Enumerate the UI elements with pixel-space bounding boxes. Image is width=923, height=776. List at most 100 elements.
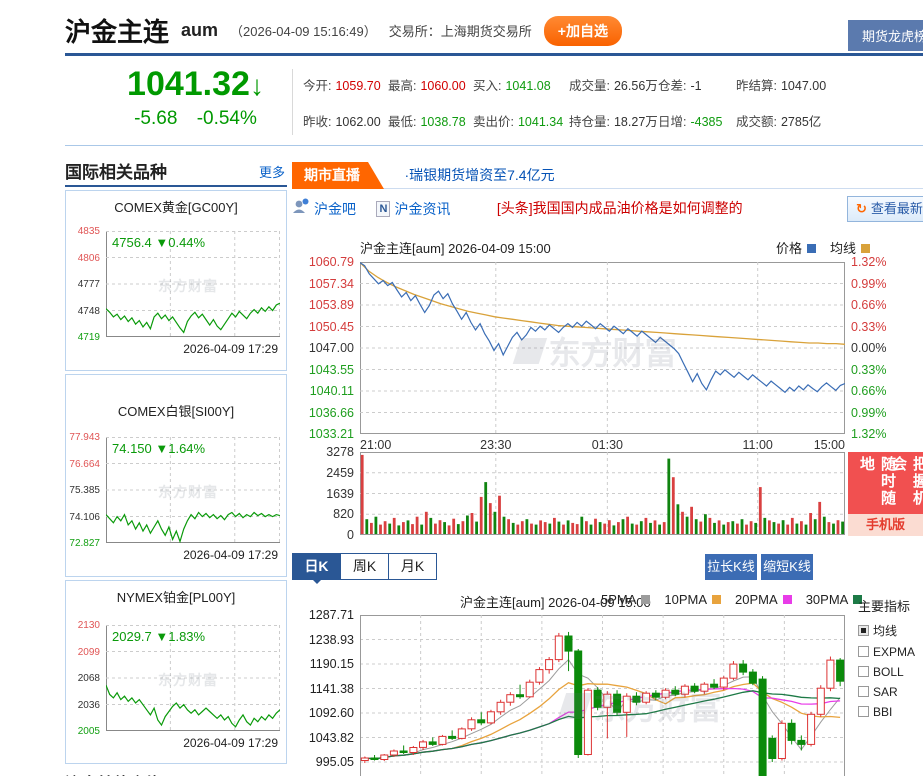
stat-value: 1041.08 <box>505 79 550 93</box>
mini-chart-quote: 74.150 ▼1.64% <box>112 441 205 456</box>
timeshare-pct-label: 0.33% <box>851 320 886 334</box>
mini-chart-title: COMEX黄金[GC00Y] <box>66 191 286 216</box>
ad-banner: 随时随地 把握机会 <box>848 452 923 514</box>
headline-link[interactable]: [头条]我国国内成品油价格是如何调整的 <box>497 200 743 216</box>
stat-value: 2785亿 <box>781 115 821 129</box>
kline-chart <box>360 615 845 776</box>
stats-row-2: 昨收:1062.00最低:1038.78卖出价:1041.34持仓量:18.27… <box>303 111 923 130</box>
kline-tab-2[interactable]: 周K <box>340 553 389 580</box>
indicator-item-BOLL[interactable]: BOLL <box>858 665 923 679</box>
gold-bar-link[interactable]: 沪金吧 <box>314 201 356 217</box>
checkbox-unchecked[interactable] <box>858 666 869 677</box>
other-contracts-header: 沪金其他合约 更多 <box>65 770 287 776</box>
indicator-item-SAR[interactable]: SAR <box>858 685 923 699</box>
kline-y-label: 1190.15 <box>292 657 354 671</box>
indicator-label: BOLL <box>873 665 904 679</box>
legend-swatch <box>861 244 870 253</box>
stat-cell: 买入: 1041.08 <box>473 75 569 94</box>
checkbox-unchecked[interactable] <box>858 706 869 717</box>
add-watchlist-button[interactable]: +加自选 <box>544 16 622 46</box>
indicator-panel-title: 主要指标 <box>858 596 923 615</box>
watermark: 东方财富 <box>158 670 218 690</box>
exchange-label: 交易所：上海期货交易所 <box>389 21 532 40</box>
sidebar-chart-box[interactable]: COMEX黄金[GC00Y]483548064777474847194756.4… <box>65 190 287 371</box>
timeshare-pct-label: 1.32% <box>851 427 886 441</box>
checkbox-checked[interactable] <box>858 625 869 636</box>
sidebar-charts: COMEX黄金[GC00Y]483548064777474847194756.4… <box>65 190 287 764</box>
mini-chart-date: 2026-04-09 17:29 <box>183 548 278 562</box>
live-tab[interactable]: 期市直播 <box>292 162 384 189</box>
stat-label: 买入: <box>473 79 501 93</box>
watermark: 东方财富 <box>158 276 218 296</box>
checkbox-unchecked[interactable] <box>858 686 869 697</box>
stat-label: 成交量: <box>569 79 610 93</box>
stat-cell: 最低: 1038.78 <box>388 111 473 130</box>
live-headline-link[interactable]: ·瑞银期货增资至7.4亿元 <box>404 167 554 183</box>
stat-label: 日增: <box>658 115 686 129</box>
indicator-label: SAR <box>873 685 898 699</box>
timeshare-y-label: 1053.89 <box>292 298 354 312</box>
stat-label: 卖出价: <box>473 115 514 129</box>
legend-swatch <box>641 595 650 604</box>
sidebar-chart-box[interactable]: NYMEX铂金[PL00Y]213020992068203620052029.7… <box>65 580 287 764</box>
quote-timestamp: （2026-04-09 15:16:49） <box>230 21 377 40</box>
timeshare-pct-label: 0.99% <box>851 277 886 291</box>
dragon-tiger-button[interactable]: 期货龙虎榜 <box>848 20 923 51</box>
stat-label: 最低: <box>388 115 416 129</box>
mini-chart-title: COMEX白银[SI00Y] <box>66 395 286 420</box>
live-news-bar: 期市直播 ·瑞银期货增资至7.4亿元 <box>292 162 923 189</box>
volume-y-label: 2459 <box>292 466 354 480</box>
gold-news-link[interactable]: 沪金资讯 <box>394 201 450 217</box>
stat-cell: 持仓量:18.27万 <box>569 111 658 130</box>
kline-tab-1[interactable]: 日K <box>292 553 341 580</box>
person-icon <box>292 198 310 219</box>
timeshare-x-label: 15:00 <box>814 438 845 452</box>
sidebar-more-link[interactable]: 更多 <box>259 162 285 181</box>
kline-controls: 日K周K月K 拉长K线 缩短K线 <box>292 553 923 583</box>
watermark: 东方财富 <box>158 482 218 502</box>
timeshare-y-label: 1043.55 <box>292 363 354 377</box>
volume-y-label: 3278 <box>292 445 354 459</box>
quote-stats: 今开:1059.70最高:1060.00买入:1041.08成交量:26.56万… <box>303 59 923 145</box>
indicator-item-BBI[interactable]: BBI <box>858 705 923 719</box>
stretch-kline-button[interactable]: 拉长K线 <box>705 554 757 580</box>
refresh-quote-button[interactable]: ↻查看最新行情 <box>847 196 923 222</box>
legend-item: 30PMA <box>806 592 863 607</box>
sidebar-chart-box[interactable]: COMEX白银[SI00Y]77.94376.66475.38574.10672… <box>65 374 287 577</box>
stat-cell: 成交量:26.56万 <box>569 75 658 94</box>
volume-y-label: 1639 <box>292 487 354 501</box>
volume-chart <box>360 452 845 535</box>
stat-value: 1060.00 <box>420 79 465 93</box>
legend-item: 20PMA <box>735 592 792 607</box>
contract-code: aum <box>181 20 218 41</box>
legend-swatch <box>712 595 721 604</box>
timeshare-pct-label: 0.99% <box>851 406 886 420</box>
legend-item: 5PMA <box>601 592 650 607</box>
indicator-item-均线[interactable]: 均线 <box>858 622 923 639</box>
sidebar-header: 国际相关品种 更多 <box>65 158 287 187</box>
kline-y-label: 1092.60 <box>292 706 354 720</box>
stat-cell: 仓差:-1 <box>658 75 736 94</box>
mini-chart-title: NYMEX铂金[PL00Y] <box>66 581 286 606</box>
divider <box>292 69 293 135</box>
stat-cell: 昨收:1062.00 <box>303 111 388 130</box>
indicator-item-EXPMA[interactable]: EXPMA <box>858 645 923 659</box>
mini-chart-y-label: 2130 <box>66 620 100 631</box>
timeshare-pct-label: 1.32% <box>851 255 886 269</box>
indicator-label: EXPMA <box>873 645 915 659</box>
stat-cell: 昨结算:1047.00 <box>736 75 916 94</box>
stats-row-1: 今开:1059.70最高:1060.00买入:1041.08成交量:26.56万… <box>303 75 923 94</box>
stat-value: -1 <box>690 79 701 93</box>
stat-label: 昨结算: <box>736 79 777 93</box>
down-arrow-icon: ↓ <box>250 70 264 101</box>
shrink-kline-button[interactable]: 缩短K线 <box>761 554 813 580</box>
stat-value: 18.27万 <box>614 115 658 129</box>
price-change-pct: -0.54% <box>197 108 257 129</box>
kline-tab-3[interactable]: 月K <box>388 553 437 580</box>
kline-y-label: 995.05 <box>292 755 354 769</box>
mini-chart-date: 2026-04-09 17:29 <box>183 342 278 356</box>
stat-value: 1038.78 <box>420 115 465 129</box>
checkbox-unchecked[interactable] <box>858 646 869 657</box>
legend-item: 10PMA <box>664 592 721 607</box>
mobile-app-ad[interactable]: 随时随地 把握机会 手机版 <box>848 452 923 536</box>
